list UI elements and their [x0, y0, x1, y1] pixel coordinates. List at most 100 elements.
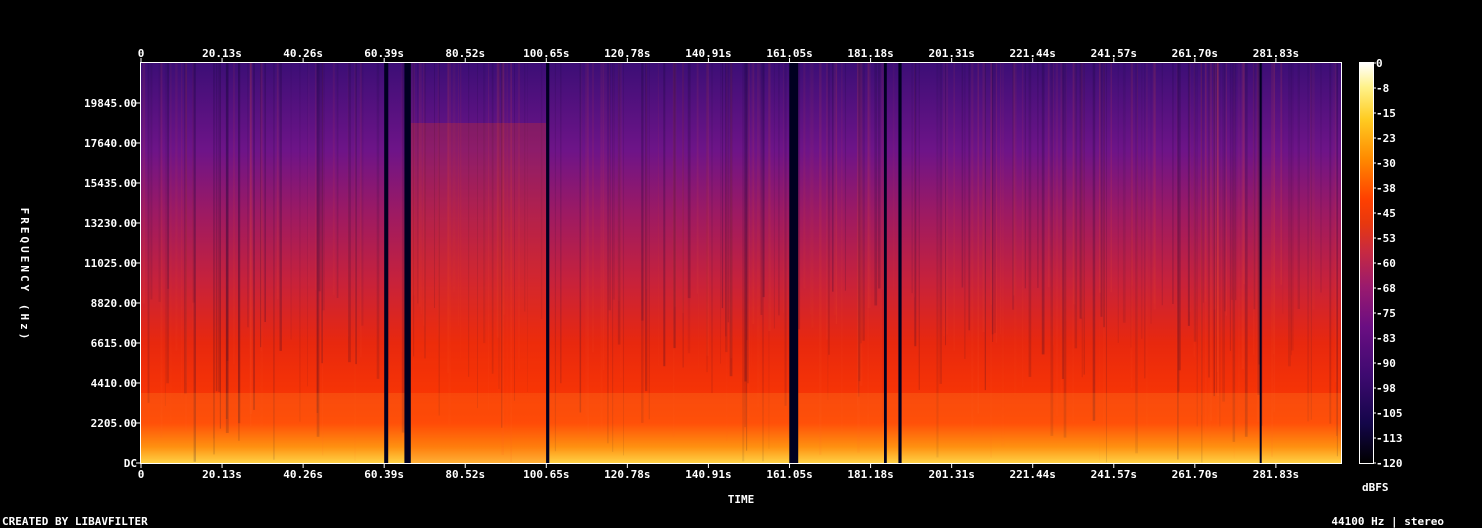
x-tick-label-top: 281.83s	[1253, 47, 1299, 60]
texture-streak	[238, 63, 241, 424]
x-tick-label-bottom: 281.83s	[1253, 468, 1299, 481]
y-tick-label: 6615.00	[91, 337, 137, 350]
texture-streak	[862, 63, 865, 341]
texture-streak	[1225, 63, 1227, 316]
y-tick-label: 4410.00	[91, 377, 137, 390]
x-tick-label-top: 201.31s	[928, 47, 974, 60]
texture-streak	[290, 63, 292, 340]
texture-streak	[832, 63, 834, 292]
texture-streak	[648, 63, 650, 420]
texture-streak	[1047, 63, 1050, 288]
texture-streak	[1216, 63, 1219, 337]
texture-streak	[1117, 63, 1119, 343]
texture-streak	[841, 63, 843, 435]
texture-streak	[1037, 63, 1039, 288]
texture-streak	[1210, 63, 1213, 422]
texture-streak	[1103, 63, 1105, 428]
x-tick-label-top: 140.91s	[685, 47, 731, 60]
texture-streak	[1204, 63, 1207, 434]
silence-gap	[546, 63, 550, 463]
x-tick-label-bottom: 241.57s	[1091, 468, 1137, 481]
texture-streak	[613, 63, 614, 421]
x-tick-label-top: 0	[138, 47, 145, 60]
x-tick-label-top: 20.13s	[202, 47, 242, 60]
texture-streak	[783, 63, 784, 314]
texture-streak	[1012, 63, 1015, 310]
texture-streak	[946, 63, 948, 335]
texture-streak	[1024, 63, 1026, 289]
x-tick-label-bottom: 161.05s	[766, 468, 812, 481]
texture-streak	[964, 63, 966, 359]
texture-streak	[727, 63, 729, 323]
texture-streak	[878, 63, 881, 289]
x-axis-bottom: 0 20.13s 40.26s 60.39s 80.52s 100.65s 120.78s 1…	[138, 464, 1299, 481]
texture-streak	[1041, 63, 1045, 355]
texture-streak	[1141, 63, 1143, 339]
texture-streak	[784, 63, 787, 406]
texture-streak	[803, 63, 806, 289]
colorbar-tick-label: -30	[1376, 157, 1396, 170]
texture-streak	[1241, 63, 1245, 370]
texture-streak	[1052, 63, 1054, 346]
x-tick-label-bottom: 80.52s	[445, 468, 485, 481]
x-tick-label-top: 241.57s	[1091, 47, 1137, 60]
texture-streak	[602, 63, 605, 371]
texture-streak	[1272, 63, 1275, 355]
spectrogram-figure: 0 20.13s 40.26s 60.39s 80.52s 100.65s 120.78s 1…	[2, 47, 1444, 528]
texture-streak	[1072, 63, 1074, 422]
texture-streak	[560, 63, 562, 384]
texture-streak	[1329, 63, 1332, 424]
texture-streak	[1297, 63, 1300, 309]
texture-streak	[336, 63, 339, 298]
texture-streak	[166, 63, 169, 384]
x-tick-label-top: 60.39s	[364, 47, 404, 60]
silence-gap	[898, 63, 902, 463]
x-tick-label-top: 80.52s	[445, 47, 485, 60]
texture-streak	[250, 63, 252, 427]
colorbar-tick-label: -90	[1376, 357, 1396, 370]
texture-streak	[1320, 63, 1322, 293]
y-tick-label: 11025.00	[84, 257, 137, 270]
texture-streak	[809, 63, 812, 315]
texture-streak	[1235, 63, 1237, 301]
texture-streak	[1213, 63, 1215, 397]
texture-streak	[1153, 63, 1156, 310]
texture-streak	[1219, 63, 1221, 427]
colorbar-tick-label: -120	[1376, 457, 1403, 470]
colorbar-tick-label: -38	[1376, 182, 1396, 195]
texture-streak	[874, 63, 878, 306]
texture-streak	[1081, 63, 1083, 378]
texture-streak	[657, 63, 659, 366]
texture-streak	[1290, 63, 1292, 356]
texture-streak	[620, 63, 622, 378]
texture-streak	[682, 63, 685, 314]
texture-streak	[1083, 63, 1085, 375]
texture-streak	[844, 63, 846, 291]
texture-streak	[752, 63, 755, 324]
colorbar-ticks: 0 -8 -15 -23 -30 -38 -45 -53 -60 -68 -75 -83 -90 -98 -…	[1373, 57, 1403, 470]
x-tick-label-top: 40.26s	[283, 47, 323, 60]
texture-streak	[147, 63, 150, 403]
y-tick-label: 17640.00	[84, 137, 137, 150]
texture-streak	[1150, 63, 1152, 324]
loud-region	[410, 123, 547, 463]
silence-gap	[789, 63, 799, 463]
y-tick-label: 2205.00	[91, 417, 137, 430]
texture-streak	[332, 63, 335, 296]
texture-streak	[995, 63, 998, 343]
texture-streak	[608, 63, 611, 311]
colorbar-tick-label: -98	[1376, 382, 1396, 395]
silence-gap	[1259, 63, 1262, 463]
texture-streak	[1310, 63, 1312, 420]
texture-streak	[142, 63, 146, 304]
texture-streak	[253, 63, 255, 410]
x-tick-label-bottom: 221.44s	[1010, 468, 1056, 481]
texture-streak	[1074, 63, 1078, 349]
x-axis-title: TIME	[728, 493, 755, 506]
texture-streak	[1144, 63, 1146, 379]
texture-streak	[1176, 63, 1178, 439]
texture-streak	[759, 63, 761, 401]
colorbar-tick-label: -83	[1376, 332, 1396, 345]
texture-streak	[1028, 63, 1032, 377]
texture-streak	[721, 63, 724, 309]
